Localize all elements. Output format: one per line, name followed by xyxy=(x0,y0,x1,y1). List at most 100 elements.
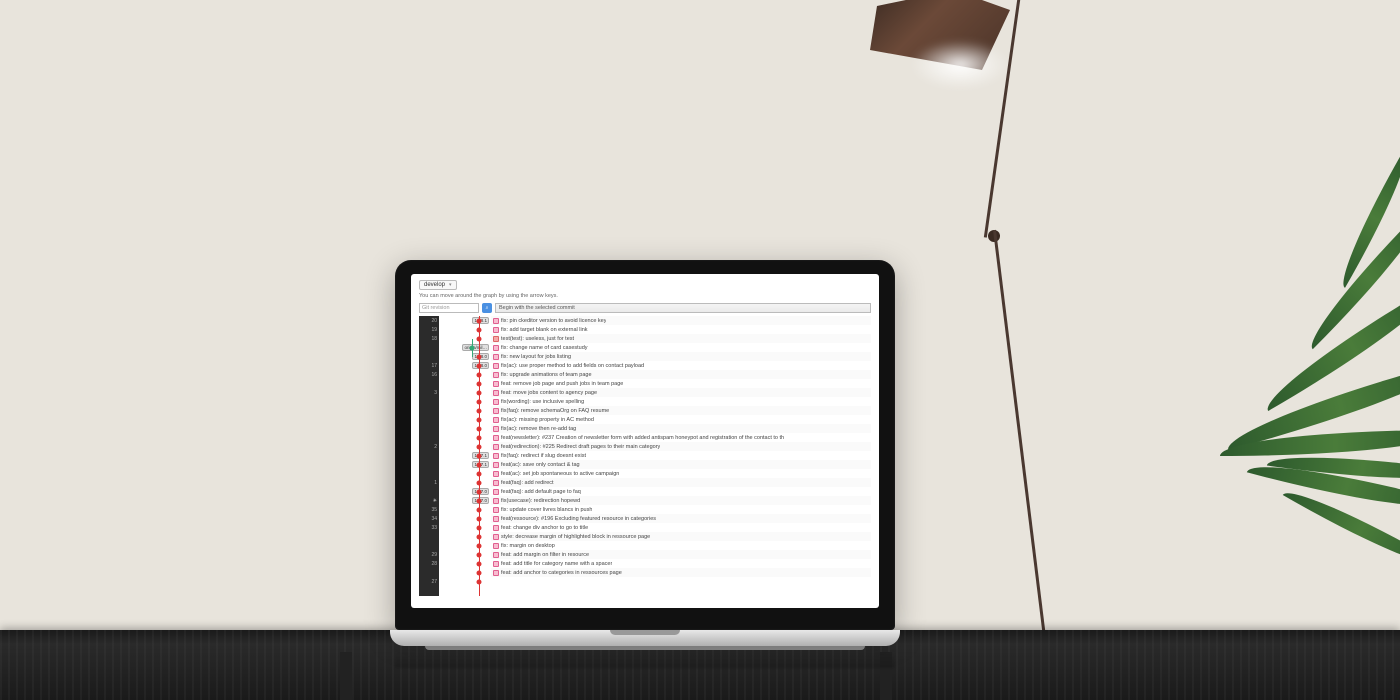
commit-type-icon xyxy=(493,363,499,369)
commit-row[interactable]: fix: add target blank on external link xyxy=(491,325,871,334)
commit-row[interactable]: feat: add anchor to categories in ressou… xyxy=(491,568,871,577)
commit-node[interactable] xyxy=(477,426,482,431)
commit-type-icon xyxy=(493,471,499,477)
commit-type-icon xyxy=(493,561,499,567)
commit-type-icon xyxy=(493,399,499,405)
commit-message: fix(wording): use inclusive spelling xyxy=(501,399,584,405)
commit-node[interactable] xyxy=(477,363,482,368)
commit-message: fix: new layout for jobs listing xyxy=(501,354,571,360)
commit-node[interactable] xyxy=(477,480,482,485)
gutter-cell: 29 xyxy=(419,550,439,559)
commit-node[interactable] xyxy=(477,489,482,494)
gutter-cell: 34 xyxy=(419,514,439,523)
commit-row[interactable]: feat(ac): save only contact & tag xyxy=(491,460,871,469)
commit-message: feat: add title for category name with a… xyxy=(501,561,612,567)
commit-row[interactable]: feat(redirection): #225 Redirect draft p… xyxy=(491,442,871,451)
commit-node[interactable] xyxy=(477,561,482,566)
commit-row[interactable]: feat: move jobs content to agency page xyxy=(491,388,871,397)
commit-type-icon xyxy=(493,345,499,351)
commit-row[interactable]: fix: new layout for jobs listing xyxy=(491,352,871,361)
commit-message: fix: upgrade animations of team page xyxy=(501,372,592,378)
commit-node[interactable] xyxy=(477,579,482,584)
commit-row[interactable]: feat: change div anchor to go to title xyxy=(491,523,871,532)
commit-row[interactable]: fix(usecase): redirection hopewd xyxy=(491,496,871,505)
commit-node[interactable] xyxy=(477,525,482,530)
commit-node[interactable] xyxy=(477,453,482,458)
commit-node[interactable] xyxy=(477,543,482,548)
commit-node[interactable] xyxy=(477,507,482,512)
commit-node[interactable] xyxy=(477,408,482,413)
gutter-cell: 27 xyxy=(419,577,439,586)
commit-message: feat: remove job page and push jobs in t… xyxy=(501,381,623,387)
commit-row[interactable]: fix(ac): remove then re-add tag xyxy=(491,424,871,433)
commit-row[interactable]: feat(ac): set job spontaneous to active … xyxy=(491,469,871,478)
lamp-arm-lower xyxy=(993,230,1047,647)
commit-node[interactable] xyxy=(477,318,482,323)
commit-node[interactable] xyxy=(477,399,482,404)
lamp-glow xyxy=(910,40,1010,90)
commit-message: feat: add margin on filter in resource xyxy=(501,552,589,558)
commit-node[interactable] xyxy=(477,498,482,503)
commit-row[interactable]: fix(wording): use inclusive spelling xyxy=(491,397,871,406)
commit-node[interactable] xyxy=(477,390,482,395)
commit-type-icon xyxy=(493,543,499,549)
commit-row[interactable]: test(test): useless, just for test xyxy=(491,334,871,343)
search-button[interactable]: ⌕ xyxy=(482,303,492,313)
commit-node[interactable] xyxy=(477,354,482,359)
commit-row[interactable]: feat(faq): add default page to faq xyxy=(491,487,871,496)
gutter-cell xyxy=(419,352,439,361)
commit-type-icon xyxy=(493,381,499,387)
commit-node[interactable] xyxy=(477,570,482,575)
commit-node[interactable] xyxy=(477,336,482,341)
commit-message: style: decrease margin of highlighted bl… xyxy=(501,534,650,540)
commit-node[interactable] xyxy=(477,534,482,539)
commit-type-icon xyxy=(493,336,499,342)
commit-row[interactable]: fix(ac): use proper method to add fields… xyxy=(491,361,871,370)
commit-message: feat: add anchor to categories in ressou… xyxy=(501,570,622,576)
commit-row[interactable]: fix(ac): missing property in AC method xyxy=(491,415,871,424)
commit-row[interactable]: style: decrease margin of highlighted bl… xyxy=(491,532,871,541)
commit-message: fix: update cover livres blancs in push xyxy=(501,507,592,513)
selected-commit-bar[interactable]: Begin with the selected commit xyxy=(495,303,871,313)
commit-node[interactable] xyxy=(470,345,475,350)
commit-row[interactable]: feat(ressource): #196 Excluding featured… xyxy=(491,514,871,523)
commit-row[interactable]: fix(faq): remove schemaOrg on FAQ resume xyxy=(491,406,871,415)
commit-row[interactable]: fix: upgrade animations of team page xyxy=(491,370,871,379)
commit-message: feat: move jobs content to agency page xyxy=(501,390,597,396)
commit-row[interactable]: fix: update cover livres blancs in push xyxy=(491,505,871,514)
commit-type-icon xyxy=(493,480,499,486)
commit-row[interactable]: feat: remove job page and push jobs in t… xyxy=(491,379,871,388)
commit-row[interactable]: feat: add title for category name with a… xyxy=(491,559,871,568)
commit-node[interactable] xyxy=(477,462,482,467)
commit-type-icon xyxy=(493,570,499,576)
commit-message: feat: change div anchor to go to title xyxy=(501,525,588,531)
git-graph-app: develop You can move around the graph by… xyxy=(411,274,879,602)
commit-node[interactable] xyxy=(477,372,482,377)
gutter-cell: 28 xyxy=(419,559,439,568)
commit-node[interactable] xyxy=(477,381,482,386)
commit-row[interactable]: fix: margin on desktop xyxy=(491,541,871,550)
commit-type-icon xyxy=(493,507,499,513)
branch-dropdown[interactable]: develop xyxy=(419,280,457,290)
laptop: develop You can move around the graph by… xyxy=(390,260,900,650)
commit-node[interactable] xyxy=(477,327,482,332)
commit-node[interactable] xyxy=(477,516,482,521)
gutter-cell: 20 xyxy=(419,316,439,325)
commit-node[interactable] xyxy=(477,435,482,440)
commit-node[interactable] xyxy=(477,417,482,422)
commit-type-icon xyxy=(493,498,499,504)
revision-search-input[interactable]: Git revision xyxy=(419,303,479,313)
gutter-cell: 18 xyxy=(419,334,439,343)
commit-node[interactable] xyxy=(477,444,482,449)
commit-list[interactable]: fix: pin ckeditor version to avoid licen… xyxy=(491,316,871,596)
commit-type-icon xyxy=(493,318,499,324)
commit-row[interactable]: fix: change name of card casestudy xyxy=(491,343,871,352)
commit-node[interactable] xyxy=(477,471,482,476)
commit-row[interactable]: feat(newsletter): #237 Creation of newsl… xyxy=(491,433,871,442)
commit-row[interactable]: fix(faq): redirect if slug doesnt exist xyxy=(491,451,871,460)
branch-tag[interactable]: origin/mil… xyxy=(462,344,489,351)
commit-node[interactable] xyxy=(477,552,482,557)
commit-row[interactable]: feat(faq): add redirect xyxy=(491,478,871,487)
commit-row[interactable]: fix: pin ckeditor version to avoid licen… xyxy=(491,316,871,325)
commit-row[interactable]: feat: add margin on filter in resource xyxy=(491,550,871,559)
